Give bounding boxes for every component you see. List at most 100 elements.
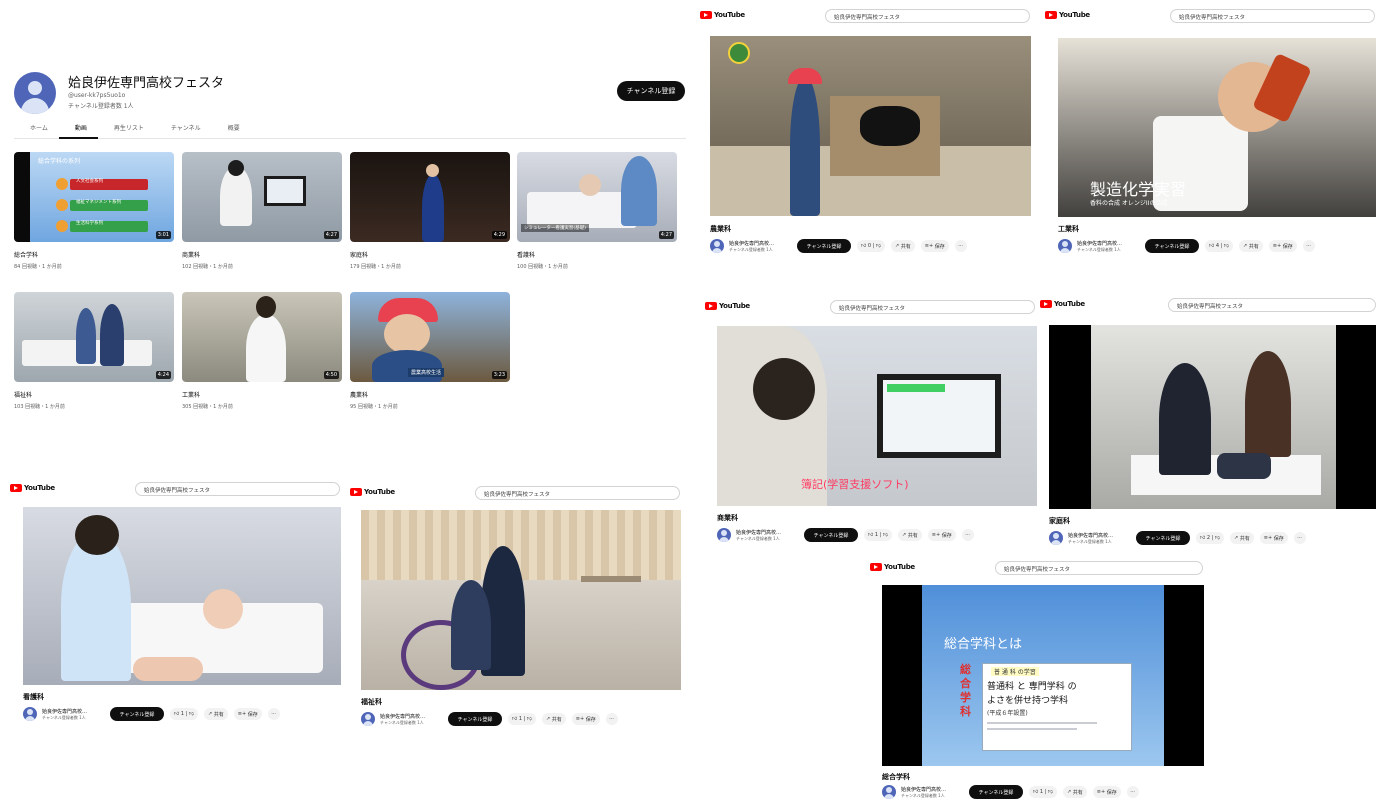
video-title[interactable]: 商業科 [182,250,342,259]
video-thumbnail[interactable]: 4:29 [350,152,510,242]
video-card[interactable]: 4:50 工業科 305 回視聴・1 か月前 [182,292,342,410]
search-input[interactable]: 姶良伊佐専門高校フェスタ [995,561,1203,575]
channel-name[interactable]: 姶良伊佐専門高校… [42,708,104,715]
video-thumbnail[interactable]: 総合学科の系列 3:01 [14,152,174,242]
subscribe-button[interactable]: チャンネル登録 [804,528,858,542]
video-card[interactable]: 総合学科の系列 3:01 総合学科 84 回視聴・1 か月前 [14,152,174,270]
channel-name[interactable]: 姶良伊佐専門高校… [736,529,798,536]
like-button[interactable]: 👍︎ 1 | 👎︎ [864,529,892,541]
more-icon[interactable]: ⋯ [954,240,967,252]
save-button[interactable]: ≡+ 保存 [927,529,956,541]
search-input[interactable]: 姶良伊佐専門高校フェスタ [830,300,1035,314]
video-title[interactable]: 福祉科 [14,390,174,399]
subscribe-button[interactable]: チャンネル登録 [1145,239,1199,253]
channel-avatar[interactable] [1058,239,1072,253]
video-card[interactable]: 4:27 商業科 102 回視聴・1 か月前 [182,152,342,270]
save-button[interactable]: ≡+ 保存 [1092,786,1121,798]
search-input[interactable]: 姶良伊佐専門高校フェスタ [475,486,680,500]
share-button[interactable]: ↗ 共有 [1238,240,1263,252]
save-button[interactable]: ≡+ 保存 [1268,240,1297,252]
like-button[interactable]: 👍︎ 1 | 👎︎ [1029,786,1057,798]
tab-videos[interactable]: 動画 [58,120,98,139]
video-player[interactable] [1049,325,1376,509]
like-button[interactable]: 👍︎ 0 | 👎︎ [857,240,885,252]
tab-channels[interactable]: チャンネル [155,120,212,139]
more-icon[interactable]: ⋯ [1302,240,1315,252]
video-thumbnail[interactable]: 4:24 [14,292,174,382]
channel-name[interactable]: 姶良伊佐専門高校… [901,786,963,793]
channel-avatar[interactable] [23,707,37,721]
video-thumbnail[interactable]: 4:50 [182,292,342,382]
youtube-logo[interactable]: YouTube [705,302,750,310]
subscribe-button[interactable]: チャンネル登録 [1136,531,1190,545]
youtube-logo[interactable]: YouTube [1040,300,1085,308]
more-icon[interactable]: ⋯ [1126,786,1139,798]
channel-name[interactable]: 姶良伊佐専門高校… [1068,532,1130,539]
video-title[interactable]: 看護科 [517,250,677,259]
video-player[interactable] [23,507,341,685]
channel-avatar[interactable] [14,72,56,114]
youtube-logo[interactable]: YouTube [350,488,395,496]
like-button[interactable]: 👍︎ 1 | 👎︎ [508,713,536,725]
youtube-logo[interactable]: YouTube [870,563,915,571]
share-button[interactable]: ↗ 共有 [897,529,922,541]
channel-avatar[interactable] [1049,531,1063,545]
youtube-logo[interactable]: YouTube [1045,11,1090,19]
video-player[interactable]: 総合学科とは 総合学科 普 通 科 の学習 普通科 と 専門学科 の よさを併せ… [882,585,1204,766]
video-player[interactable]: 製造化学実習 香料の合成 オレンジIIの合成 [1058,38,1376,217]
thumbs-down-icon: 👎︎ [1047,789,1053,795]
tab-playlists[interactable]: 再生リスト [98,120,155,139]
youtube-logo[interactable]: YouTube [700,11,745,19]
channel-avatar[interactable] [882,785,896,799]
share-button[interactable]: ↗ 共有 [203,708,228,720]
channel-avatar[interactable] [717,528,731,542]
video-player[interactable]: 簿記(学習支援ソフト) [717,326,1037,506]
search-input[interactable]: 姶良伊佐専門高校フェスタ [1168,298,1376,312]
video-card[interactable]: シミュレーター看護実習(基礎) 4:27 看護科 100 回視聴・1 か月前 [517,152,677,270]
more-icon[interactable]: ⋯ [605,713,618,725]
like-button[interactable]: 👍︎ 2 | 👎︎ [1196,532,1224,544]
channel-avatar[interactable] [710,239,724,253]
video-card[interactable]: 4:29 家庭科 179 回視聴・1 か月前 [350,152,510,270]
subscribe-button[interactable]: チャンネル登録 [969,785,1023,799]
video-title[interactable]: 総合学科 [14,250,174,259]
subscribe-button[interactable]: チャンネル登録 [617,81,685,101]
video-player[interactable] [361,510,681,690]
tab-home[interactable]: ホーム [14,120,59,139]
channel-avatar[interactable] [361,712,375,726]
search-input[interactable]: 姶良伊佐専門高校フェスタ [1170,9,1375,23]
channel-name[interactable]: 姶良伊佐専門高校… [1077,240,1139,247]
subscribe-button[interactable]: チャンネル登録 [110,707,164,721]
search-input[interactable]: 姶良伊佐専門高校フェスタ [825,9,1030,23]
share-button[interactable]: ↗ 共有 [1062,786,1087,798]
save-button[interactable]: ≡+ 保存 [233,708,262,720]
video-card[interactable]: 農業高校生活 3:23 農業科 95 回視聴・1 か月前 [350,292,510,410]
more-icon[interactable]: ⋯ [267,708,280,720]
share-button[interactable]: ↗ 共有 [1229,532,1254,544]
video-thumbnail[interactable]: 4:27 [182,152,342,242]
video-title[interactable]: 工業科 [182,390,342,399]
search-input[interactable]: 姶良伊佐専門高校フェスタ [135,482,340,496]
video-title[interactable]: 家庭科 [350,250,510,259]
save-button[interactable]: ≡+ 保存 [571,713,600,725]
video-thumbnail[interactable]: シミュレーター看護実習(基礎) 4:27 [517,152,677,242]
video-title[interactable]: 農業科 [350,390,510,399]
youtube-logo[interactable]: YouTube [10,484,55,492]
video-player[interactable] [710,36,1031,216]
subscribe-button[interactable]: チャンネル登録 [448,712,502,726]
channel-name[interactable]: 姶良伊佐専門高校… [729,240,791,247]
save-button[interactable]: ≡+ 保存 [1259,532,1288,544]
more-icon[interactable]: ⋯ [1293,532,1306,544]
like-button[interactable]: 👍︎ 1 | 👎︎ [170,708,198,720]
tab-about[interactable]: 概要 [212,120,251,139]
channel-name[interactable]: 姶良伊佐専門高校… [380,713,442,720]
more-icon[interactable]: ⋯ [961,529,974,541]
subscribe-button[interactable]: チャンネル登録 [797,239,851,253]
share-button[interactable]: ↗ 共有 [890,240,915,252]
like-button[interactable]: 👍︎ 4 | 👎︎ [1205,240,1233,252]
video-card[interactable]: 4:24 福祉科 103 回視聴・1 か月前 [14,292,174,410]
video-duration: 4:29 [491,231,507,239]
video-thumbnail[interactable]: 農業高校生活 3:23 [350,292,510,382]
share-button[interactable]: ↗ 共有 [541,713,566,725]
save-button[interactable]: ≡+ 保存 [920,240,949,252]
